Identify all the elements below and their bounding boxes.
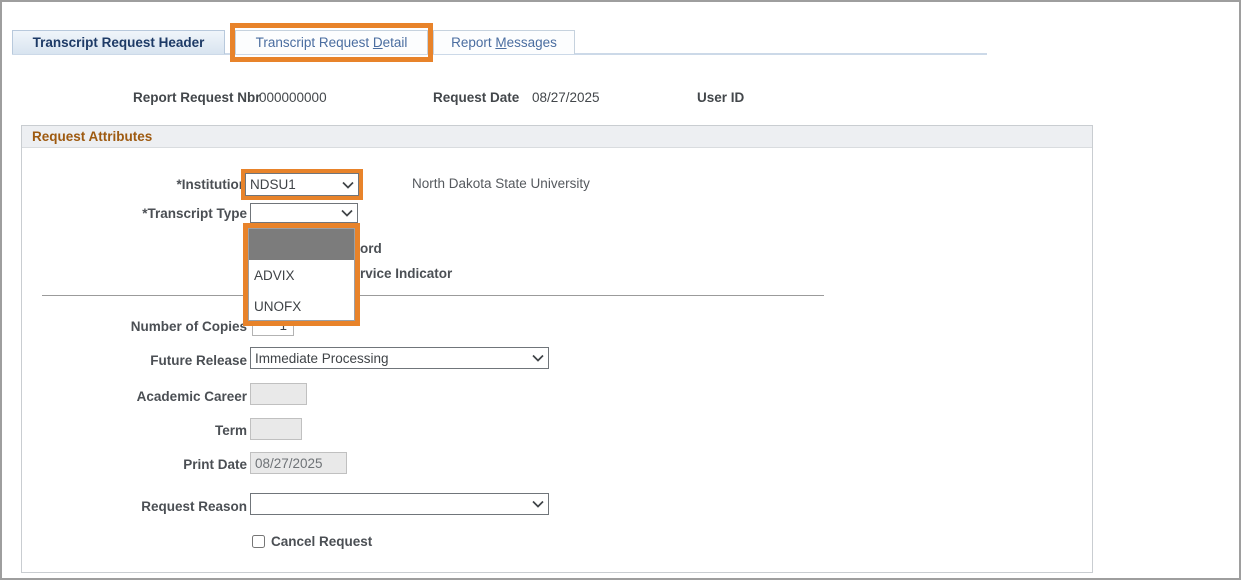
transcript-type-select[interactable] bbox=[250, 203, 358, 223]
groupbox-title: Request Attributes bbox=[32, 129, 152, 144]
future-release-select-value: Immediate Processing bbox=[255, 351, 389, 366]
groupbox-header: Request Attributes bbox=[22, 126, 1092, 148]
user-id-label: User ID bbox=[697, 90, 744, 105]
transcript-request-page: Transcript Request Header Transcript Req… bbox=[0, 0, 1241, 580]
request-date-label: Request Date bbox=[433, 90, 519, 105]
tab-transcript-request-header[interactable]: Transcript Request Header bbox=[12, 30, 225, 54]
print-date-input bbox=[250, 452, 347, 474]
occluded-label-fragment: ord bbox=[360, 241, 382, 256]
academic-career-input bbox=[250, 383, 307, 405]
chevron-down-icon bbox=[342, 181, 354, 189]
future-release-select[interactable]: Immediate Processing bbox=[250, 347, 549, 369]
tab-label: Report Messages bbox=[451, 35, 557, 50]
section-divider bbox=[42, 295, 824, 296]
occluded-label-fragment: rvice Indicator bbox=[360, 266, 452, 281]
institution-select-value: NDSU1 bbox=[250, 177, 296, 192]
cancel-request-label: Cancel Request bbox=[271, 534, 372, 549]
request-reason-label: Request Reason bbox=[42, 499, 247, 514]
cancel-request-checkbox[interactable] bbox=[252, 535, 265, 548]
transcript-type-option-advix[interactable]: ADVIX bbox=[249, 260, 354, 291]
transcript-type-option-blank[interactable] bbox=[249, 229, 354, 260]
term-input bbox=[250, 418, 302, 440]
report-request-nbr-value: 000000000 bbox=[259, 90, 327, 105]
report-request-nbr-label: Report Request Nbr bbox=[133, 90, 261, 105]
tab-label: Transcript Request Header bbox=[33, 35, 205, 50]
transcript-type-option-list: ADVIX UNOFX bbox=[248, 228, 355, 321]
institution-label: *Institution bbox=[42, 177, 247, 192]
chevron-down-icon bbox=[532, 354, 544, 362]
chevron-down-icon bbox=[532, 500, 544, 508]
institution-description: North Dakota State University bbox=[412, 176, 590, 191]
number-of-copies-label: Number of Copies bbox=[42, 319, 247, 334]
transcript-type-label: *Transcript Type bbox=[42, 206, 247, 221]
tab-report-messages[interactable]: Report Messages bbox=[433, 30, 575, 54]
chevron-down-icon bbox=[341, 209, 353, 217]
future-release-label: Future Release bbox=[42, 353, 247, 368]
tab-transcript-request-detail[interactable]: Transcript Request Detail bbox=[235, 30, 428, 54]
request-date-value: 08/27/2025 bbox=[532, 90, 600, 105]
request-reason-select[interactable] bbox=[250, 493, 549, 515]
tab-label: Transcript Request Detail bbox=[256, 35, 408, 50]
term-label: Term bbox=[42, 423, 247, 438]
print-date-label: Print Date bbox=[42, 457, 247, 472]
academic-career-label: Academic Career bbox=[42, 389, 247, 404]
institution-select[interactable]: NDSU1 bbox=[245, 173, 359, 196]
transcript-type-option-unofx[interactable]: UNOFX bbox=[249, 291, 354, 322]
